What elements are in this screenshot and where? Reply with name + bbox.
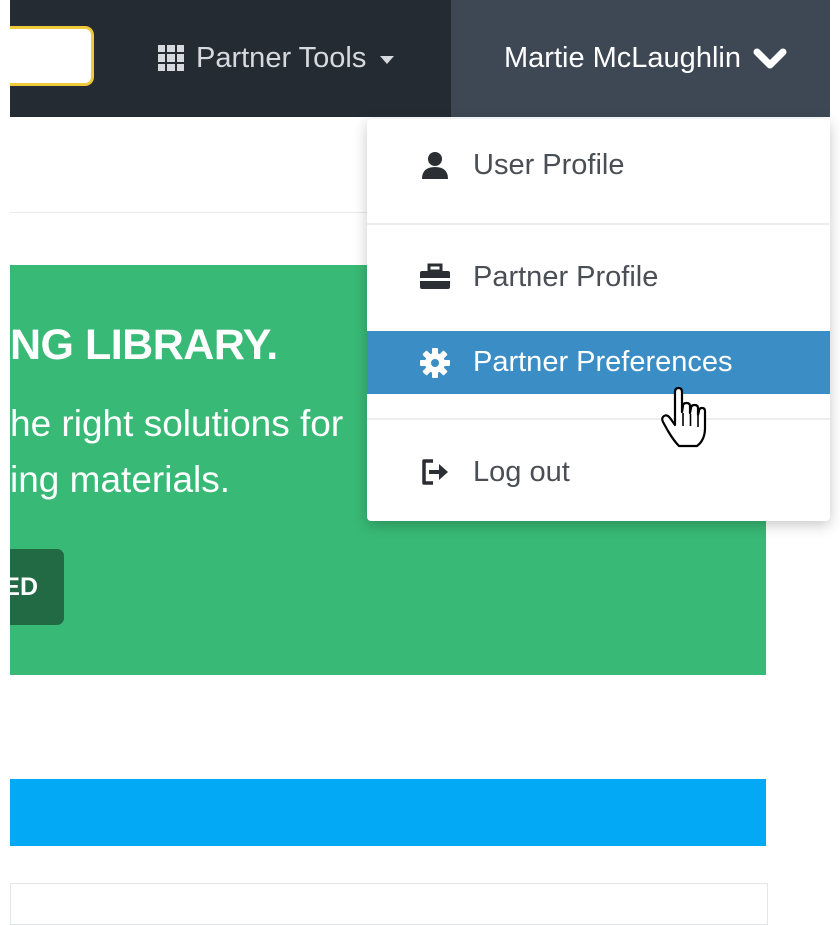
chevron-down-icon xyxy=(753,48,787,68)
menu-item-partner-profile[interactable]: Partner Profile xyxy=(367,249,830,305)
briefcase-icon xyxy=(417,263,453,291)
content-panel xyxy=(10,883,768,925)
menu-item-label: User Profile xyxy=(473,148,625,181)
menu-item-label: Log out xyxy=(473,455,570,488)
partner-tools-label: Partner Tools xyxy=(196,41,367,74)
user-name: Martie McLaughlin xyxy=(504,42,741,74)
screenshot-border-left xyxy=(0,0,10,902)
user-menu-toggle[interactable]: Martie McLaughlin xyxy=(451,0,830,117)
blue-banner xyxy=(10,779,766,846)
get-started-button-label: ED xyxy=(10,572,38,601)
hero-description-line-1: he right solutions for xyxy=(10,403,344,444)
hand-cursor-icon xyxy=(661,386,707,448)
user-icon xyxy=(417,150,453,180)
menu-divider xyxy=(367,418,830,420)
partner-tools-menu[interactable]: Partner Tools xyxy=(158,36,395,80)
get-started-button[interactable]: ED xyxy=(10,549,64,625)
user-dropdown-menu: User Profile Partner Profile Partner Pre… xyxy=(367,119,830,521)
logout-icon xyxy=(417,457,453,487)
menu-divider xyxy=(367,223,830,225)
caret-down-icon xyxy=(380,56,395,64)
menu-item-user-profile[interactable]: User Profile xyxy=(367,137,830,193)
menu-item-label: Partner Preferences xyxy=(473,346,733,378)
gear-icon xyxy=(417,347,453,378)
menu-item-label: Partner Profile xyxy=(473,260,659,293)
search-input[interactable] xyxy=(10,26,94,86)
hero-description-line-2: ing materials. xyxy=(10,459,231,500)
grid-icon xyxy=(158,45,184,71)
menu-item-partner-preferences[interactable]: Partner Preferences xyxy=(367,331,830,394)
top-navbar: Partner Tools Martie McLaughlin xyxy=(10,0,830,117)
hero-title: NG LIBRARY. xyxy=(10,321,278,369)
menu-item-log-out[interactable]: Log out xyxy=(367,444,830,500)
screenshot-border-right xyxy=(830,0,840,902)
